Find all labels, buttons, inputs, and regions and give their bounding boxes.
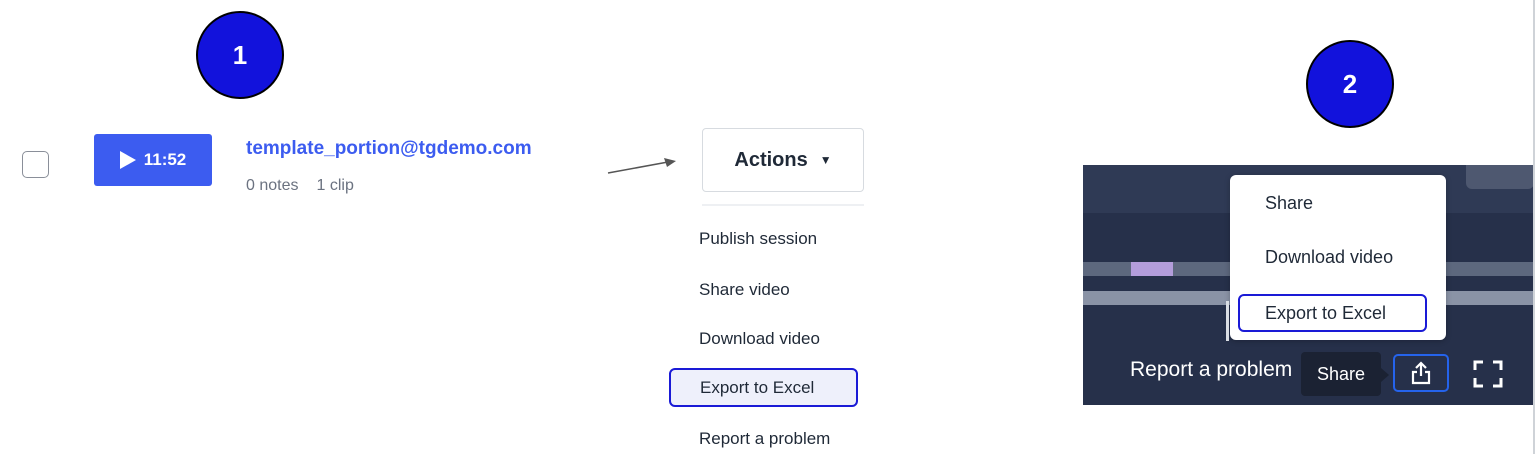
arrow-right-icon (607, 158, 676, 174)
popup-item-download-video[interactable]: Download video (1265, 247, 1393, 268)
menu-item-download-video[interactable]: Download video (699, 329, 820, 349)
menu-divider (702, 204, 864, 206)
clips-count: 1 clip (316, 177, 354, 194)
share-tooltip: Share (1301, 352, 1389, 396)
popup-item-export-to-excel[interactable]: Export to Excel (1238, 294, 1427, 332)
menu-item-export-to-excel[interactable]: Export to Excel (669, 368, 858, 407)
tooltip-arrow (1381, 368, 1389, 382)
notes-count: 0 notes (246, 177, 299, 194)
share-icon (1411, 361, 1431, 385)
actions-dropdown-button[interactable]: Actions ▼ (702, 128, 864, 192)
play-icon (119, 151, 136, 169)
share-popup-menu: Share Download video Export to Excel (1226, 175, 1446, 341)
duration-label: 11:52 (143, 150, 187, 169)
popup-divider (1226, 301, 1229, 341)
fullscreen-icon[interactable] (1472, 359, 1504, 389)
chat-icon[interactable] (1466, 165, 1534, 189)
menu-item-publish-session[interactable]: Publish session (699, 229, 817, 249)
scrollbar[interactable] (1533, 0, 1535, 454)
share-button[interactable] (1393, 354, 1449, 392)
session-checkbox[interactable] (22, 151, 49, 178)
session-meta: 0 notes 1 clip (246, 177, 354, 195)
play-button[interactable]: 11:52 (94, 134, 212, 186)
popup-item-share[interactable]: Share (1265, 193, 1313, 214)
menu-item-report-problem[interactable]: Report a problem (699, 429, 830, 449)
session-email-link[interactable]: template_portion@tgdemo.com (246, 138, 532, 160)
menu-item-share-video[interactable]: Share video (699, 280, 790, 300)
chevron-down-icon: ▼ (819, 153, 832, 167)
report-problem-text[interactable]: Report a problem (1130, 358, 1292, 382)
actions-label: Actions (734, 148, 808, 171)
step-2-badge: 2 (1306, 40, 1394, 128)
share-tooltip-label: Share (1316, 363, 1366, 384)
step-1-badge: 1 (196, 11, 284, 99)
timeline-clip[interactable] (1131, 262, 1173, 276)
